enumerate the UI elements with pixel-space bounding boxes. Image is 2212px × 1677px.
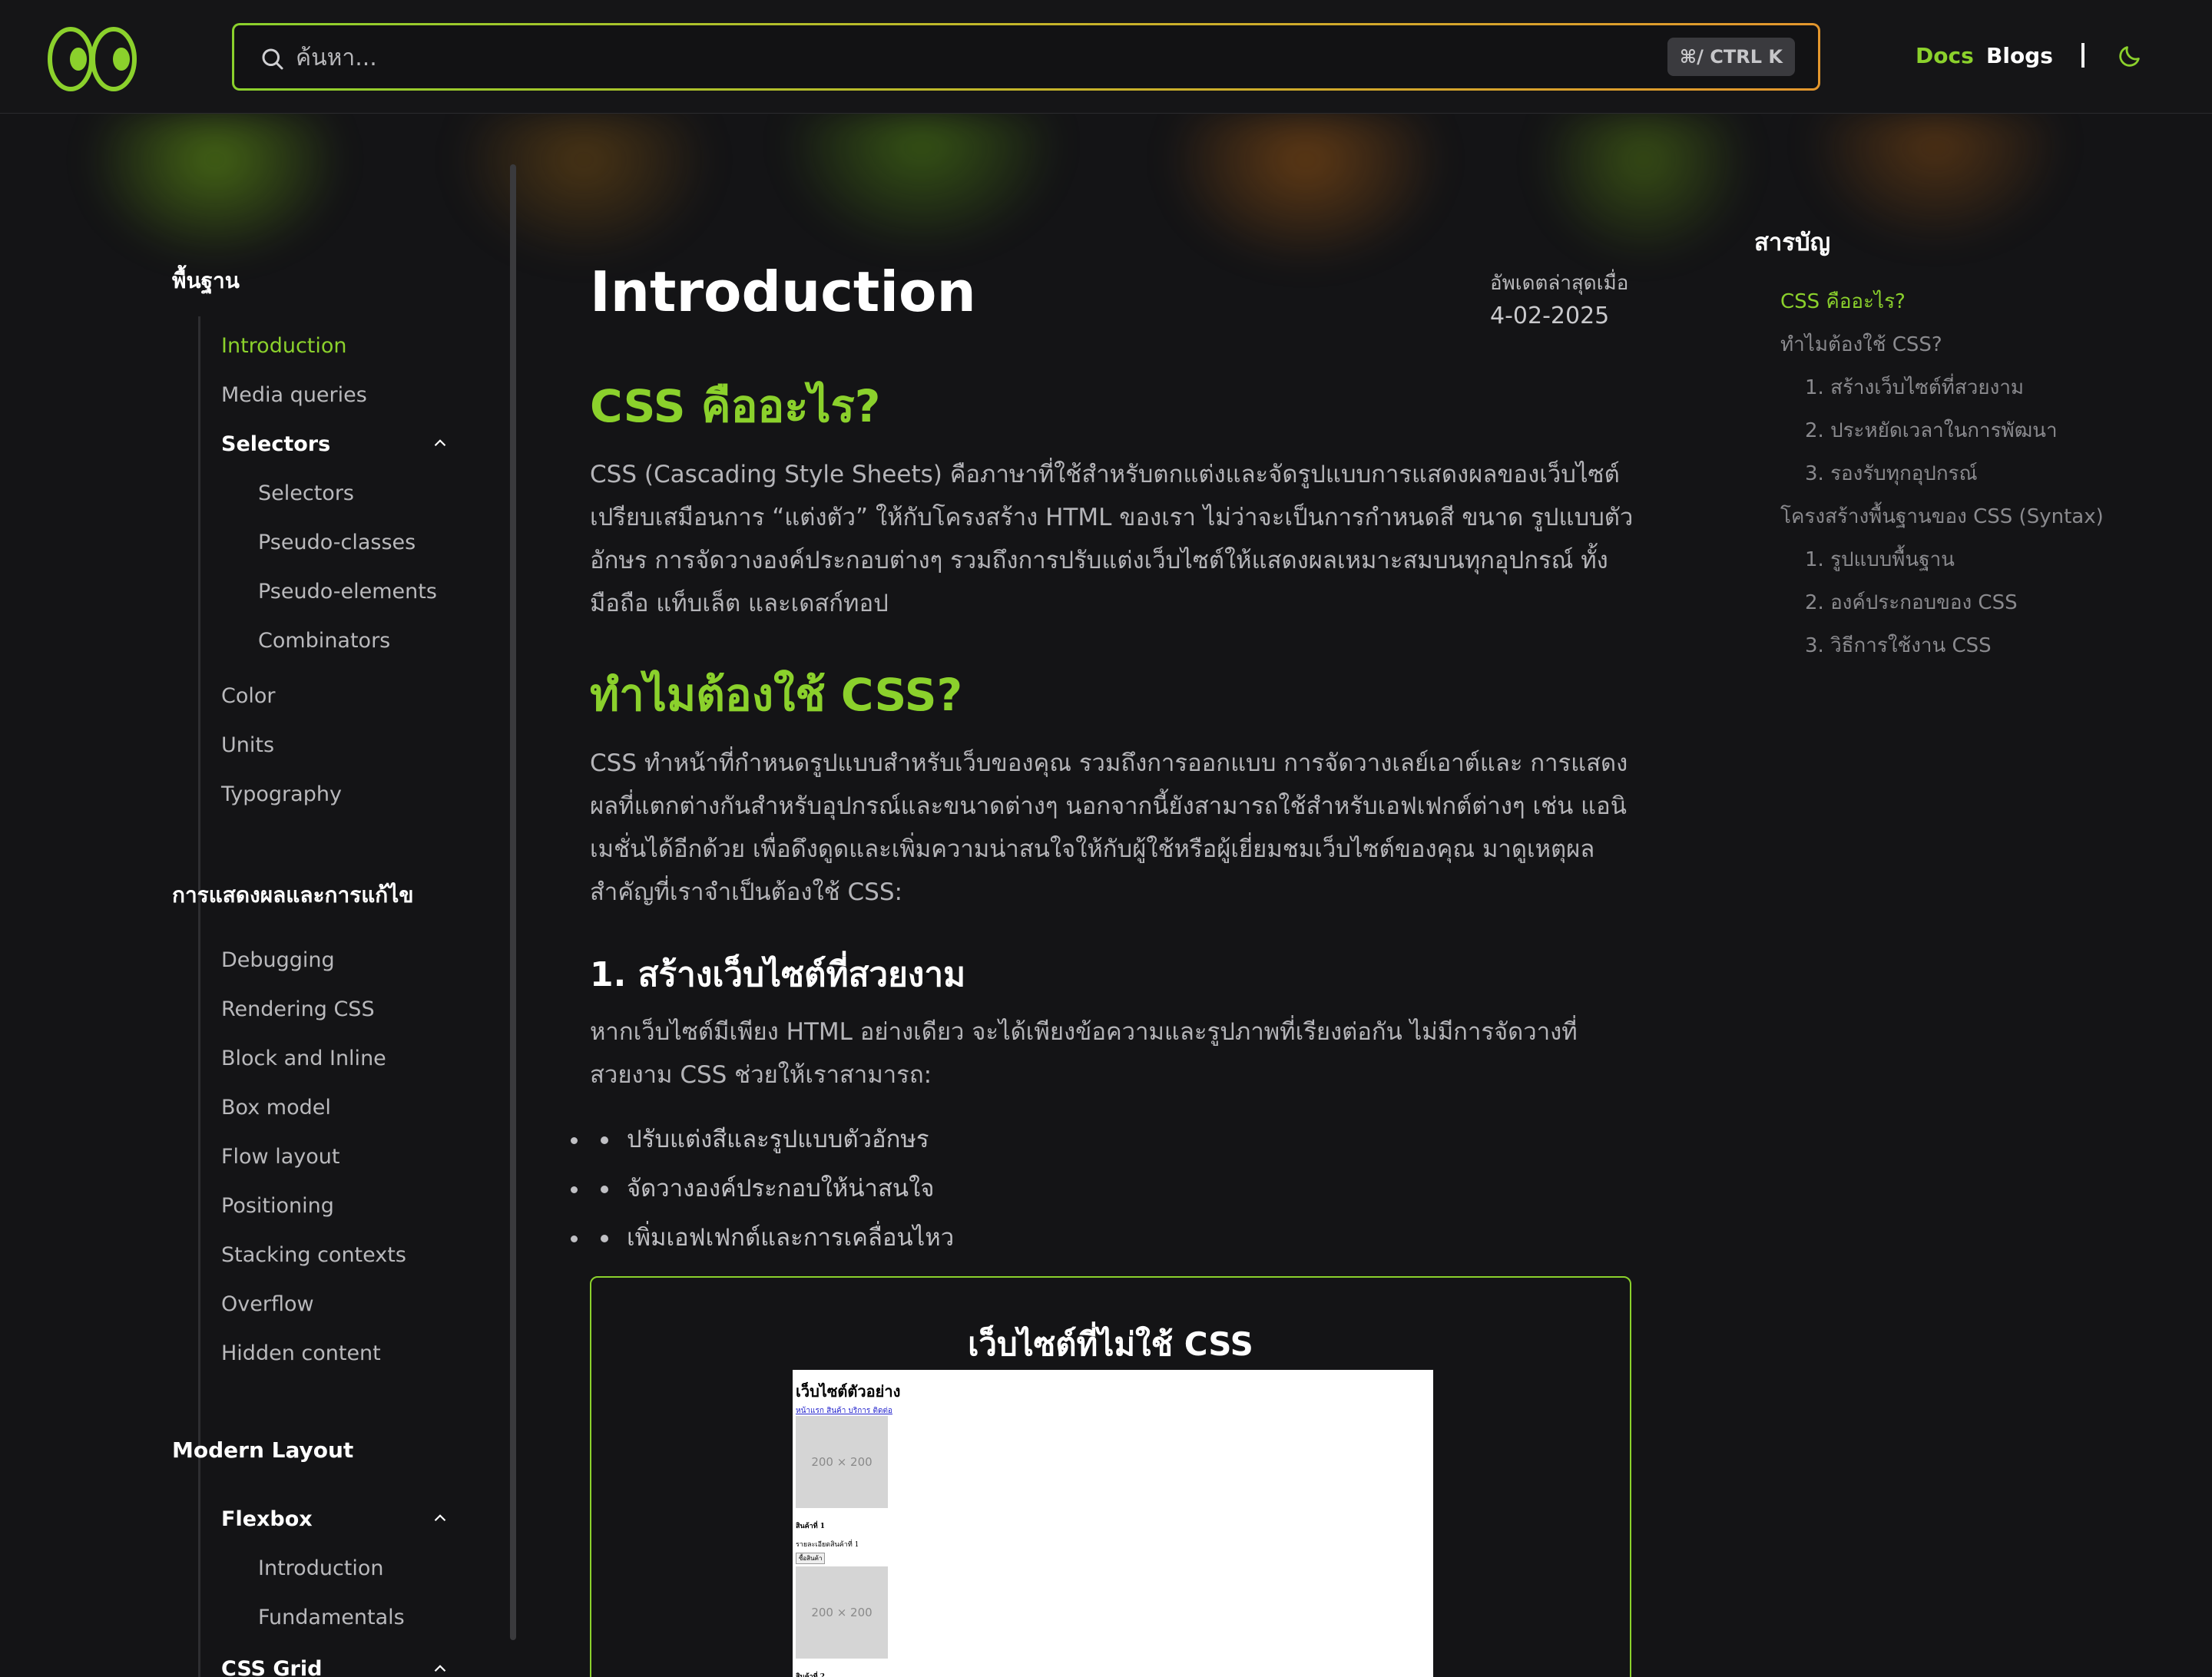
heading-what-is-css: CSS คืออะไร? [590,380,881,432]
sidebar-section-title: การแสดงผลและการแก้ไข [172,882,414,908]
sidebar-item-css-grid-group[interactable]: CSS Grid [221,1657,322,1677]
demo-site-title: เว็บไซต์ตัวอย่าง [796,1382,901,1401]
chevron-up-icon[interactable] [430,433,450,453]
sidebar-item-block-inline[interactable]: Block and Inline [221,1047,386,1070]
demo-buy-button[interactable]: ซื้อสินค้า [796,1553,826,1564]
search-box[interactable]: ⌘/ CTRL K [232,23,1820,91]
sidebar-scrollbar[interactable] [510,164,516,1640]
toc-item[interactable]: 3. รองรับทุกอุปกรณ์ [1805,458,1978,489]
toc-item[interactable]: 2. ประหยัดเวลาในการพัฒนา [1805,415,2058,446]
sidebar-subitem-flex-fundamentals[interactable]: Fundamentals [258,1606,405,1629]
demo-preview-frame[interactable]: เว็บไซต์ตัวอย่าง หน้าแรก สินค้า บริการ ต… [793,1370,1433,1677]
sidebar-rail [198,1490,200,1677]
sidebar-item-color[interactable]: Color [221,684,276,708]
search-input[interactable] [296,39,1678,76]
shortcut-badge: ⌘/ CTRL K [1667,38,1795,76]
logo-eyes-icon[interactable] [48,26,137,92]
demo-site-links[interactable]: หน้าแรก สินค้า บริการ ติดต่อ [796,1405,892,1417]
demo-product-desc: รายละเอียดสินค้าที่ 1 [796,1541,859,1549]
sidebar-item-flow-layout[interactable]: Flow layout [221,1145,339,1169]
toc-title: สารบัญ [1754,229,1831,256]
sidebar-subitem-selectors[interactable]: Selectors [258,481,354,505]
updated-label: อัพเดตล่าสุดเมื่อ [1490,272,1629,295]
toc-item[interactable]: โครงสร้างพื้นฐานของ CSS (Syntax) [1780,501,2104,532]
demo-example-box: เว็บไซต์ที่ไม่ใช้ CSS เว็บไซต์ตัวอย่าง ห… [590,1276,1631,1677]
toc-item[interactable]: CSS คืออะไร? [1780,286,1906,317]
sidebar-item-rendering-css[interactable]: Rendering CSS [221,997,375,1021]
demo-placeholder-image: 200 × 200 [796,1416,888,1508]
nav-divider [2081,43,2085,68]
list-item: จัดวางองค์ประกอบให้น่าสนใจ [590,1164,954,1213]
page-title: Introduction [590,260,976,324]
sidebar-subitem-pseudo-classes[interactable]: Pseudo-classes [258,531,416,554]
nav-blogs-link[interactable]: Blogs [1986,43,2053,68]
sidebar-item-positioning[interactable]: Positioning [221,1194,334,1218]
paragraph-beautiful-websites: หากเว็บไซต์มีเพียง HTML อย่างเดียว จะได้… [590,1018,1578,1089]
heading-why-css: ทำไมต้องใช้ CSS? [590,669,963,721]
sidebar-item-flexbox-group[interactable]: Flexbox [221,1507,313,1531]
sidebar-item-typography[interactable]: Typography [221,782,342,806]
sidebar-section-title: Modern Layout [172,1437,354,1463]
paragraph-why-css: CSS ทำหน้าที่กำหนดรูปแบบสำหรับเว็บของคุณ… [590,749,1628,906]
demo-title: เว็บไซต์ที่ไม่ใช้ CSS [968,1325,1253,1363]
chevron-up-icon[interactable] [430,1508,450,1528]
sidebar-item-debugging[interactable]: Debugging [221,948,335,972]
sidebar-section-title: พื้นฐาน [172,268,240,293]
toc-item[interactable]: ทำไมต้องใช้ CSS? [1780,329,1942,360]
toc-item[interactable]: 2. องค์ประกอบของ CSS [1805,587,2018,618]
heading-beautiful-websites: 1. สร้างเว็บไซต์ที่สวยงาม [590,955,966,994]
paragraph-what-is-css: CSS (Cascading Style Sheets) คือภาษาที่ใ… [590,461,1634,617]
sidebar-subitem-combinators[interactable]: Combinators [258,629,390,653]
toc-item[interactable]: 1. สร้างเว็บไซต์ที่สวยงาม [1805,372,2024,403]
sidebar-item-introduction[interactable]: Introduction [221,334,347,358]
sidebar-rail [198,316,200,931]
chevron-up-icon[interactable] [430,1659,450,1677]
demo-product-name: สินค้าที่ 2 [796,1673,826,1677]
sidebar-item-overflow[interactable]: Overflow [221,1292,314,1316]
nav-docs-link[interactable]: Docs [1916,43,1974,68]
sidebar-item-hidden-content[interactable]: Hidden content [221,1341,381,1365]
docs-sidebar: พื้นฐาน Introduction Media queries Selec… [0,114,522,1677]
moon-icon[interactable] [2117,43,2143,69]
toc-item[interactable]: 3. วิธีการใช้งาน CSS [1805,630,1992,661]
sidebar-item-media-queries[interactable]: Media queries [221,383,367,407]
toc-item[interactable]: 1. รูปแบบพื้นฐาน [1805,544,1955,575]
list-item: ปรับแต่งสีและรูปแบบตัวอักษร [590,1115,954,1164]
updated-date: 4-02-2025 [1490,303,1610,329]
benefit-list: ปรับแต่งสีและรูปแบบตัวอักษร จัดวางองค์ปร… [590,1115,954,1262]
demo-product-name: สินค้าที่ 1 [796,1523,826,1530]
sidebar-subitem-flex-introduction[interactable]: Introduction [258,1556,384,1580]
search-icon [262,48,283,70]
sidebar-item-box-model[interactable]: Box model [221,1096,331,1120]
sidebar-rail [198,931,200,1491]
sidebar-subitem-pseudo-elements[interactable]: Pseudo-elements [258,580,437,604]
sidebar-item-units[interactable]: Units [221,733,274,757]
sidebar-item-stacking-contexts[interactable]: Stacking contexts [221,1243,406,1267]
sidebar-item-selectors-group[interactable]: Selectors [221,432,330,456]
list-item: เพิ่มเอฟเฟกต์และการเคลื่อนไหว [590,1213,954,1262]
top-navbar: ⌘/ CTRL K Docs Blogs [0,0,2212,114]
demo-placeholder-image: 200 × 200 [796,1566,888,1659]
